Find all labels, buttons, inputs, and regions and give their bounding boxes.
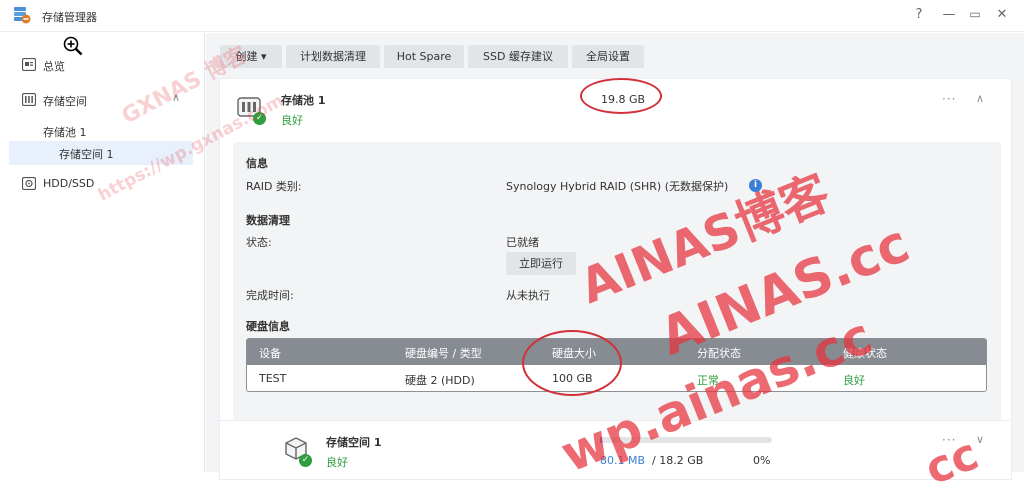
collapse-icon[interactable]: ∧ <box>976 92 985 105</box>
sidebar-item-volume[interactable]: 存储空间 1 <box>9 141 193 165</box>
volume-name: 存储空间 1 <box>326 436 382 449</box>
status-ok-icon: ✓ <box>299 454 312 467</box>
storage-manager-icon <box>14 7 31 24</box>
annotation-ring-disk-size <box>522 330 622 396</box>
pool-status: 良好 <box>281 114 303 127</box>
column-header-device[interactable]: 设备 <box>259 345 281 361</box>
scrubbing-section-title: 数据清理 <box>246 214 290 227</box>
hot-spare-button[interactable]: Hot Spare <box>384 45 464 68</box>
disk-icon <box>22 177 36 190</box>
raid-type-label: RAID 类别: <box>246 180 302 193</box>
help-button[interactable]: ? <box>910 7 928 22</box>
schedule-scrub-button[interactable]: 计划数据清理 <box>286 45 380 68</box>
expand-icon[interactable]: ∨ <box>976 433 985 446</box>
volume-card: ✓ 存储空间 1 良好 80.1 MB / 18.2 GB 0% ··· ∨ <box>219 420 1012 480</box>
close-button[interactable]: ✕ <box>993 7 1011 22</box>
pool-detail-panel: 信息 RAID 类别: Synology Hybrid RAID (SHR) (… <box>233 142 1001 439</box>
storage-pool-card: ✓ 存储池 1 良好 19.8 GB ··· ∧ 信息 RAID 类别: Syn… <box>219 78 1012 453</box>
chevron-up-icon[interactable]: ∧ <box>172 91 180 104</box>
pool-name: 存储池 1 <box>281 94 326 107</box>
volume-percent: 0% <box>753 454 771 467</box>
disk-info-section-title: 硬盘信息 <box>246 320 290 333</box>
sidebar-item-label: 存储池 1 <box>43 126 87 139</box>
sidebar: 总览 存储空间 ∧ 存储池 1 存储空间 1 HDD/SSD <box>0 33 205 472</box>
volume-usage-fill <box>600 437 602 443</box>
raid-type-value: Synology Hybrid RAID (SHR) (无数据保护) <box>506 180 729 193</box>
storage-icon <box>22 93 36 106</box>
scrub-status-label: 状态: <box>246 236 272 249</box>
info-section-title: 信息 <box>246 157 268 170</box>
column-header-disk[interactable]: 硬盘编号 / 类型 <box>405 345 482 361</box>
cell-device: TEST <box>259 372 287 385</box>
more-options-icon[interactable]: ··· <box>942 92 956 106</box>
sidebar-item-label: 存储空间 1 <box>59 148 114 161</box>
column-header-allocation[interactable]: 分配状态 <box>697 345 741 361</box>
run-now-button[interactable]: 立即运行 <box>506 252 576 275</box>
sidebar-item-storage[interactable]: 存储空间 ∧ <box>0 88 205 112</box>
annotation-ring-pool-size <box>580 78 662 114</box>
volume-usage-bar <box>600 437 772 443</box>
maximize-button[interactable]: ▭ <box>966 7 984 21</box>
window-title: 存储管理器 <box>42 11 97 24</box>
sidebar-item-hdd[interactable]: HDD/SSD <box>0 172 205 196</box>
volume-status: 良好 <box>326 456 348 469</box>
overview-icon <box>22 58 36 71</box>
sidebar-item-label: 存储空间 <box>43 95 87 108</box>
completion-time-label: 完成时间: <box>246 289 294 302</box>
volume-total: / 18.2 GB <box>652 454 704 467</box>
ssd-cache-button[interactable]: SSD 缓存建议 <box>468 45 568 68</box>
completion-time-value: 从未执行 <box>506 289 550 302</box>
sidebar-item-pool[interactable]: 存储池 1 <box>0 119 205 143</box>
sidebar-item-label: 总览 <box>43 60 65 73</box>
column-header-health[interactable]: 健康状态 <box>843 345 887 361</box>
volume-used: 80.1 MB <box>600 454 646 467</box>
sidebar-item-label: HDD/SSD <box>43 177 95 190</box>
create-button[interactable]: 创建 ▾ <box>220 45 282 68</box>
zoom-cursor-icon <box>63 36 83 56</box>
title-bar: 存储管理器 ? — ▭ ✕ <box>0 0 1024 32</box>
cell-disk: 硬盘 2 (HDD) <box>405 374 475 387</box>
minimize-button[interactable]: — <box>940 7 958 22</box>
more-options-icon[interactable]: ··· <box>942 433 956 447</box>
cell-health: 良好 <box>843 374 865 387</box>
info-icon[interactable]: i <box>749 179 762 192</box>
status-ok-icon: ✓ <box>253 112 266 125</box>
cell-allocation: 正常 <box>697 374 719 387</box>
global-settings-button[interactable]: 全局设置 <box>572 45 644 68</box>
sidebar-item-overview[interactable]: 总览 <box>0 53 205 77</box>
scrub-status-value: 已就绪 <box>506 236 539 249</box>
